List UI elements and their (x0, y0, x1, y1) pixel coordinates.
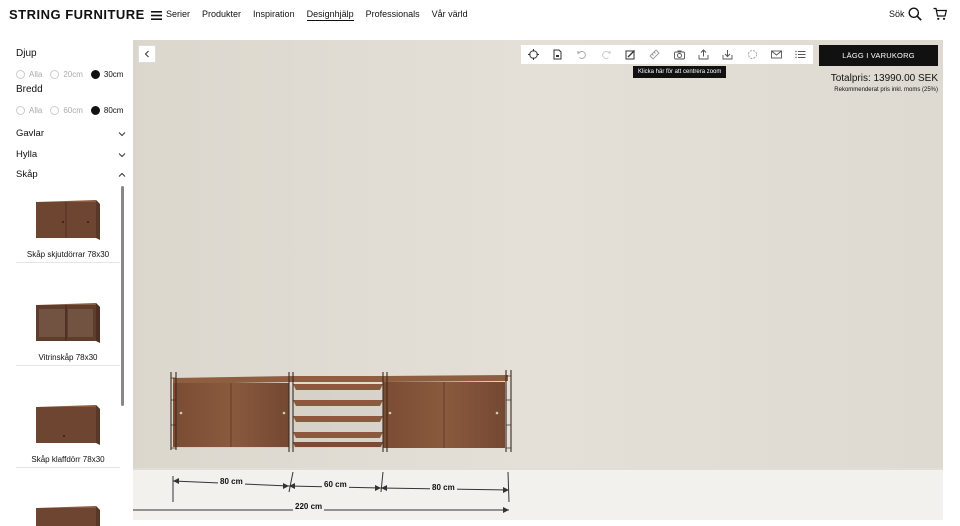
page-right-margin (943, 40, 960, 520)
radio-icon (16, 70, 25, 79)
product-thumbnail (36, 200, 100, 240)
share-icon[interactable] (698, 49, 709, 60)
filter-title-djup: Djup (16, 48, 37, 59)
nav-inspiration[interactable]: Inspiration (253, 9, 295, 21)
back-button[interactable] (138, 45, 156, 63)
logo-bars-icon (150, 11, 162, 21)
chevron-down-icon (118, 152, 126, 157)
floor (133, 468, 943, 520)
accordion-label: Hylla (16, 149, 38, 160)
accordion-label: Gavlar (16, 128, 44, 139)
bredd-option-60cm[interactable]: 60cm (50, 106, 83, 115)
bredd-option-80cm[interactable]: 80cm (90, 106, 123, 115)
product-name: Vitrinskåp 78x30 (38, 353, 98, 362)
product-card-partial[interactable] (16, 496, 120, 526)
dimension-label-seg1: 80 cm (218, 477, 245, 486)
top-navigation-bar: STRING FURNITURE Serier Produkter Inspir… (0, 0, 960, 40)
chevron-left-icon (144, 50, 149, 58)
bredd-option-alla[interactable]: Alla (16, 106, 42, 115)
camera-icon[interactable] (673, 49, 685, 60)
measure-icon[interactable] (649, 49, 660, 60)
product-thumbnail (36, 506, 100, 526)
center-zoom-tooltip: Klicka här för att centrera zoom (633, 66, 727, 78)
accordion-label: Skåp (16, 169, 38, 180)
vat-note: Rekommenderat pris inkl. moms (25%) (834, 87, 938, 93)
product-name: Skåp klaffdörr 78x30 (31, 455, 105, 464)
add-to-cart-button[interactable]: LÄGG I VARUKORG (819, 45, 938, 66)
edit-icon[interactable] (625, 49, 636, 60)
product-thumbnail (36, 303, 100, 343)
search-label[interactable]: Sök (889, 9, 905, 19)
radio-selected-icon (90, 106, 100, 115)
brand-logo-text: STRING FURNITURE (9, 7, 145, 22)
total-price: Totalpris: 13990.00 SEK (830, 73, 938, 84)
radio-selected-icon (90, 70, 100, 79)
chevron-up-icon (118, 172, 126, 177)
save-icon[interactable] (552, 49, 563, 60)
djup-option-20cm[interactable]: 20cm (50, 70, 83, 79)
nav-var-varld[interactable]: Vår värld (432, 9, 468, 21)
chevron-down-icon (118, 131, 126, 136)
email-icon[interactable] (770, 49, 782, 60)
djup-option-30cm[interactable]: 30cm (90, 70, 123, 79)
accordion-hylla[interactable]: Hylla (16, 149, 126, 160)
nav-produkter[interactable]: Produkter (202, 9, 241, 21)
nav-serier[interactable]: Serier (166, 9, 190, 21)
product-thumbnail (36, 405, 100, 445)
nav-professionals[interactable]: Professionals (366, 9, 420, 21)
accordion-skap[interactable]: Skåp (16, 169, 126, 180)
nav-designhjalp[interactable]: Designhjälp (306, 9, 354, 21)
dimension-label-seg3: 80 cm (430, 483, 457, 492)
designer-toolbar (521, 45, 813, 64)
dimension-label-total: 220 cm (293, 502, 325, 511)
djup-option-alla[interactable]: Alla (16, 70, 42, 79)
radio-icon (50, 106, 60, 115)
list-icon[interactable] (795, 49, 806, 60)
radio-icon (16, 106, 25, 115)
room-scene (133, 40, 943, 520)
product-card-vitrinskap[interactable]: Vitrinskåp 78x30 (16, 293, 120, 366)
sidebar-scrollbar[interactable] (121, 186, 124, 406)
main-nav: Serier Produkter Inspiration Designhjälp… (166, 9, 468, 21)
accordion-gavlar[interactable]: Gavlar (16, 128, 126, 139)
bredd-radio-group: Alla 60cm 80cm (16, 106, 131, 115)
target-icon[interactable] (527, 49, 539, 60)
design-canvas[interactable]: 80 cm 60 cm 80 cm 220 cm Klicka här för … (133, 40, 943, 520)
price-summary: Totalpris: 13990.00 SEK Rekommenderat pr… (831, 73, 938, 93)
undo-icon[interactable] (576, 49, 587, 60)
download-icon[interactable] (722, 49, 733, 60)
redo-icon[interactable] (601, 49, 612, 60)
radio-icon (50, 70, 60, 79)
product-card-skap-klaffdorr[interactable]: Skåp klaffdörr 78x30 (16, 395, 120, 468)
search-icon[interactable] (908, 7, 922, 21)
cart-icon[interactable] (933, 7, 947, 21)
filter-title-bredd: Bredd (16, 84, 43, 95)
rotate-icon[interactable] (747, 49, 758, 60)
dimension-label-seg2: 60 cm (322, 480, 349, 489)
brand-logo[interactable]: STRING FURNITURE (9, 7, 162, 22)
djup-radio-group: Alla 20cm 30cm (16, 70, 131, 79)
filter-sidebar: Djup Alla 20cm 30cm Bredd Alla 60cm 80cm… (0, 40, 133, 526)
product-name: Skåp skjutdörrar 78x30 (26, 250, 110, 259)
product-card-skap-skjutdorrar[interactable]: Skåp skjutdörrar 78x30 (16, 190, 120, 263)
